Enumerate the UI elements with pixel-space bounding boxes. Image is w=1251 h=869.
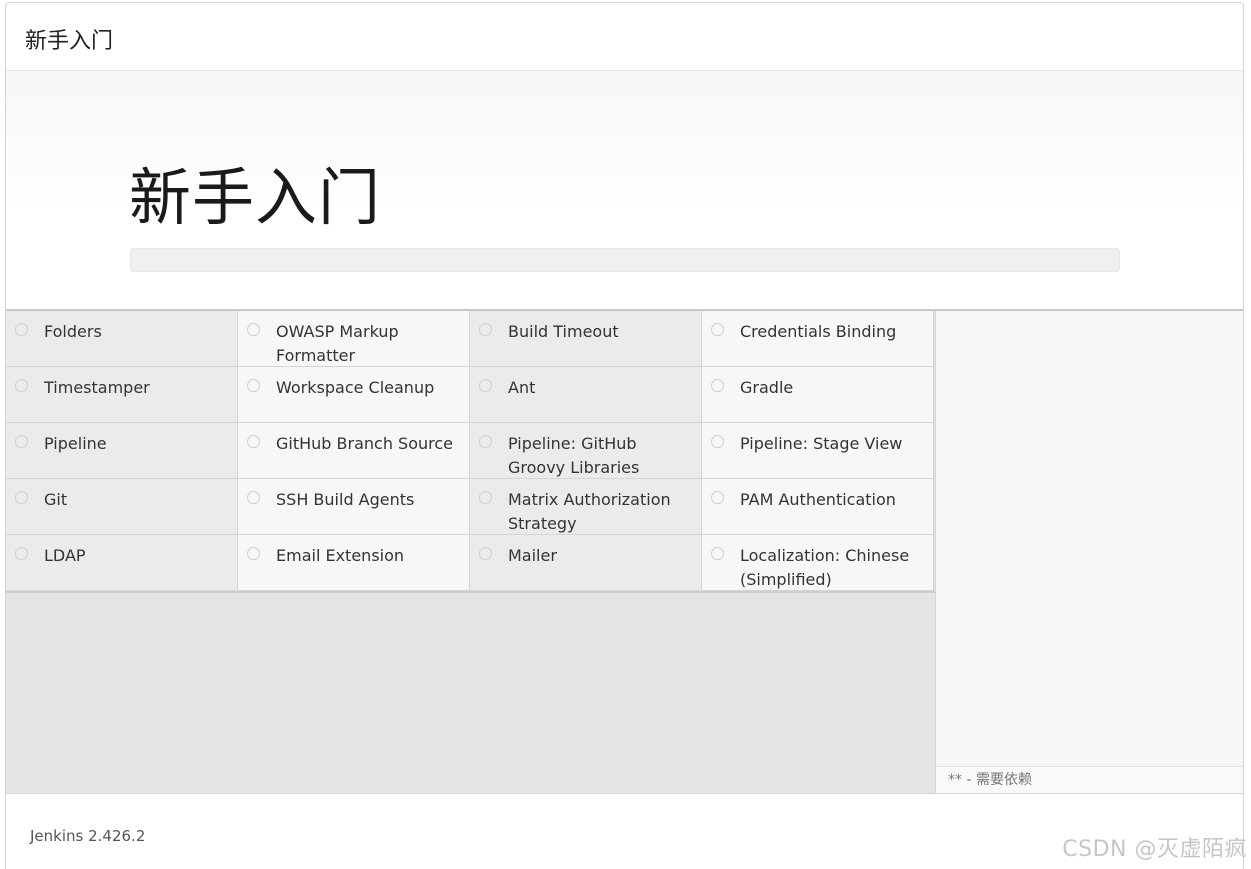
status-radio-icon bbox=[711, 323, 724, 336]
plugin-label: Ant bbox=[508, 378, 536, 397]
status-radio-icon bbox=[711, 435, 724, 448]
status-radio-icon bbox=[479, 547, 492, 560]
plugin-item[interactable]: Mailer bbox=[470, 535, 702, 591]
plugin-label: Mailer bbox=[508, 546, 557, 565]
plugin-item[interactable]: PAM Authentication bbox=[702, 479, 934, 535]
plugin-item[interactable]: Gradle bbox=[702, 367, 934, 423]
plugin-item[interactable]: Git bbox=[6, 479, 238, 535]
plugin-label: Localization: Chinese (Simplified) bbox=[740, 546, 910, 589]
install-progress-bar bbox=[130, 248, 1120, 272]
plugin-label: Git bbox=[44, 490, 68, 509]
status-radio-icon bbox=[711, 491, 724, 504]
status-radio-icon bbox=[479, 435, 492, 448]
plugin-label: PAM Authentication bbox=[740, 490, 896, 509]
plugin-item[interactable]: Build Timeout bbox=[470, 311, 702, 367]
status-radio-icon bbox=[247, 491, 260, 504]
status-radio-icon bbox=[247, 547, 260, 560]
plugin-label: LDAP bbox=[44, 546, 86, 565]
status-radio-icon bbox=[15, 547, 28, 560]
dependency-legend: ** - 需要依赖 bbox=[936, 766, 1243, 793]
plugin-label: Email Extension bbox=[276, 546, 405, 565]
plugin-label: SSH Build Agents bbox=[276, 490, 415, 509]
plugin-grid: Folders OWASP Markup Formatter Build Tim… bbox=[6, 311, 935, 591]
plugin-label: Gradle bbox=[740, 378, 794, 397]
plugin-item[interactable]: Pipeline: GitHub Groovy Libraries bbox=[470, 423, 702, 479]
window-header: 新手入门 bbox=[6, 3, 1243, 71]
plugin-item[interactable]: GitHub Branch Source bbox=[238, 423, 470, 479]
status-radio-icon bbox=[479, 379, 492, 392]
plugin-label: Folders bbox=[44, 322, 102, 341]
plugin-label: Build Timeout bbox=[508, 322, 619, 341]
plugin-item[interactable]: Pipeline: Stage View bbox=[702, 423, 934, 479]
plugin-grid-area: Folders OWASP Markup Formatter Build Tim… bbox=[6, 311, 935, 793]
plugin-label: Workspace Cleanup bbox=[276, 378, 435, 397]
plugin-label: Matrix Authorization Strategy bbox=[508, 490, 671, 533]
plugin-label: GitHub Branch Source bbox=[276, 434, 454, 453]
plugin-item[interactable]: Localization: Chinese (Simplified) bbox=[702, 535, 934, 591]
hero-banner: 新手入门 bbox=[6, 71, 1243, 311]
plugin-item[interactable]: Workspace Cleanup bbox=[238, 367, 470, 423]
plugin-label: OWASP Markup Formatter bbox=[276, 322, 399, 365]
status-radio-icon bbox=[247, 323, 260, 336]
plugin-item[interactable]: OWASP Markup Formatter bbox=[238, 311, 470, 367]
status-radio-icon bbox=[711, 547, 724, 560]
status-radio-icon bbox=[247, 435, 260, 448]
plugin-item[interactable]: Email Extension bbox=[238, 535, 470, 591]
plugin-item[interactable]: Pipeline bbox=[6, 423, 238, 479]
page-title: 新手入门 bbox=[129, 161, 382, 234]
status-radio-icon bbox=[479, 491, 492, 504]
plugin-item[interactable]: Credentials Binding bbox=[702, 311, 934, 367]
plugin-item[interactable]: Timestamper bbox=[6, 367, 238, 423]
plugin-label: Pipeline bbox=[44, 434, 107, 453]
plugin-item[interactable]: Folders bbox=[6, 311, 238, 367]
footer: Jenkins 2.426.2 bbox=[6, 793, 1243, 869]
plugin-item[interactable]: SSH Build Agents bbox=[238, 479, 470, 535]
status-radio-icon bbox=[15, 323, 28, 336]
jenkins-version: Jenkins 2.426.2 bbox=[30, 827, 146, 845]
watermark: CSDN @灭虚陌疯 bbox=[1062, 837, 1247, 862]
plugin-item[interactable]: Ant bbox=[470, 367, 702, 423]
plugin-label: Pipeline: Stage View bbox=[740, 434, 903, 453]
status-radio-icon bbox=[15, 435, 28, 448]
window-title: 新手入门 bbox=[25, 29, 114, 54]
status-radio-icon bbox=[247, 379, 260, 392]
install-log-panel[interactable]: ** - 需要依赖 bbox=[935, 311, 1243, 793]
status-radio-icon bbox=[15, 491, 28, 504]
plugin-label: Pipeline: GitHub Groovy Libraries bbox=[508, 434, 640, 477]
status-radio-icon bbox=[479, 323, 492, 336]
plugin-label: Credentials Binding bbox=[740, 322, 897, 341]
plugin-item[interactable]: LDAP bbox=[6, 535, 238, 591]
status-radio-icon bbox=[711, 379, 724, 392]
status-radio-icon bbox=[15, 379, 28, 392]
plugin-label: Timestamper bbox=[44, 378, 150, 397]
plugin-item[interactable]: Matrix Authorization Strategy bbox=[470, 479, 702, 535]
setup-wizard-window: 新手入门 新手入门 Folders OWASP Markup Formatter… bbox=[5, 2, 1244, 869]
